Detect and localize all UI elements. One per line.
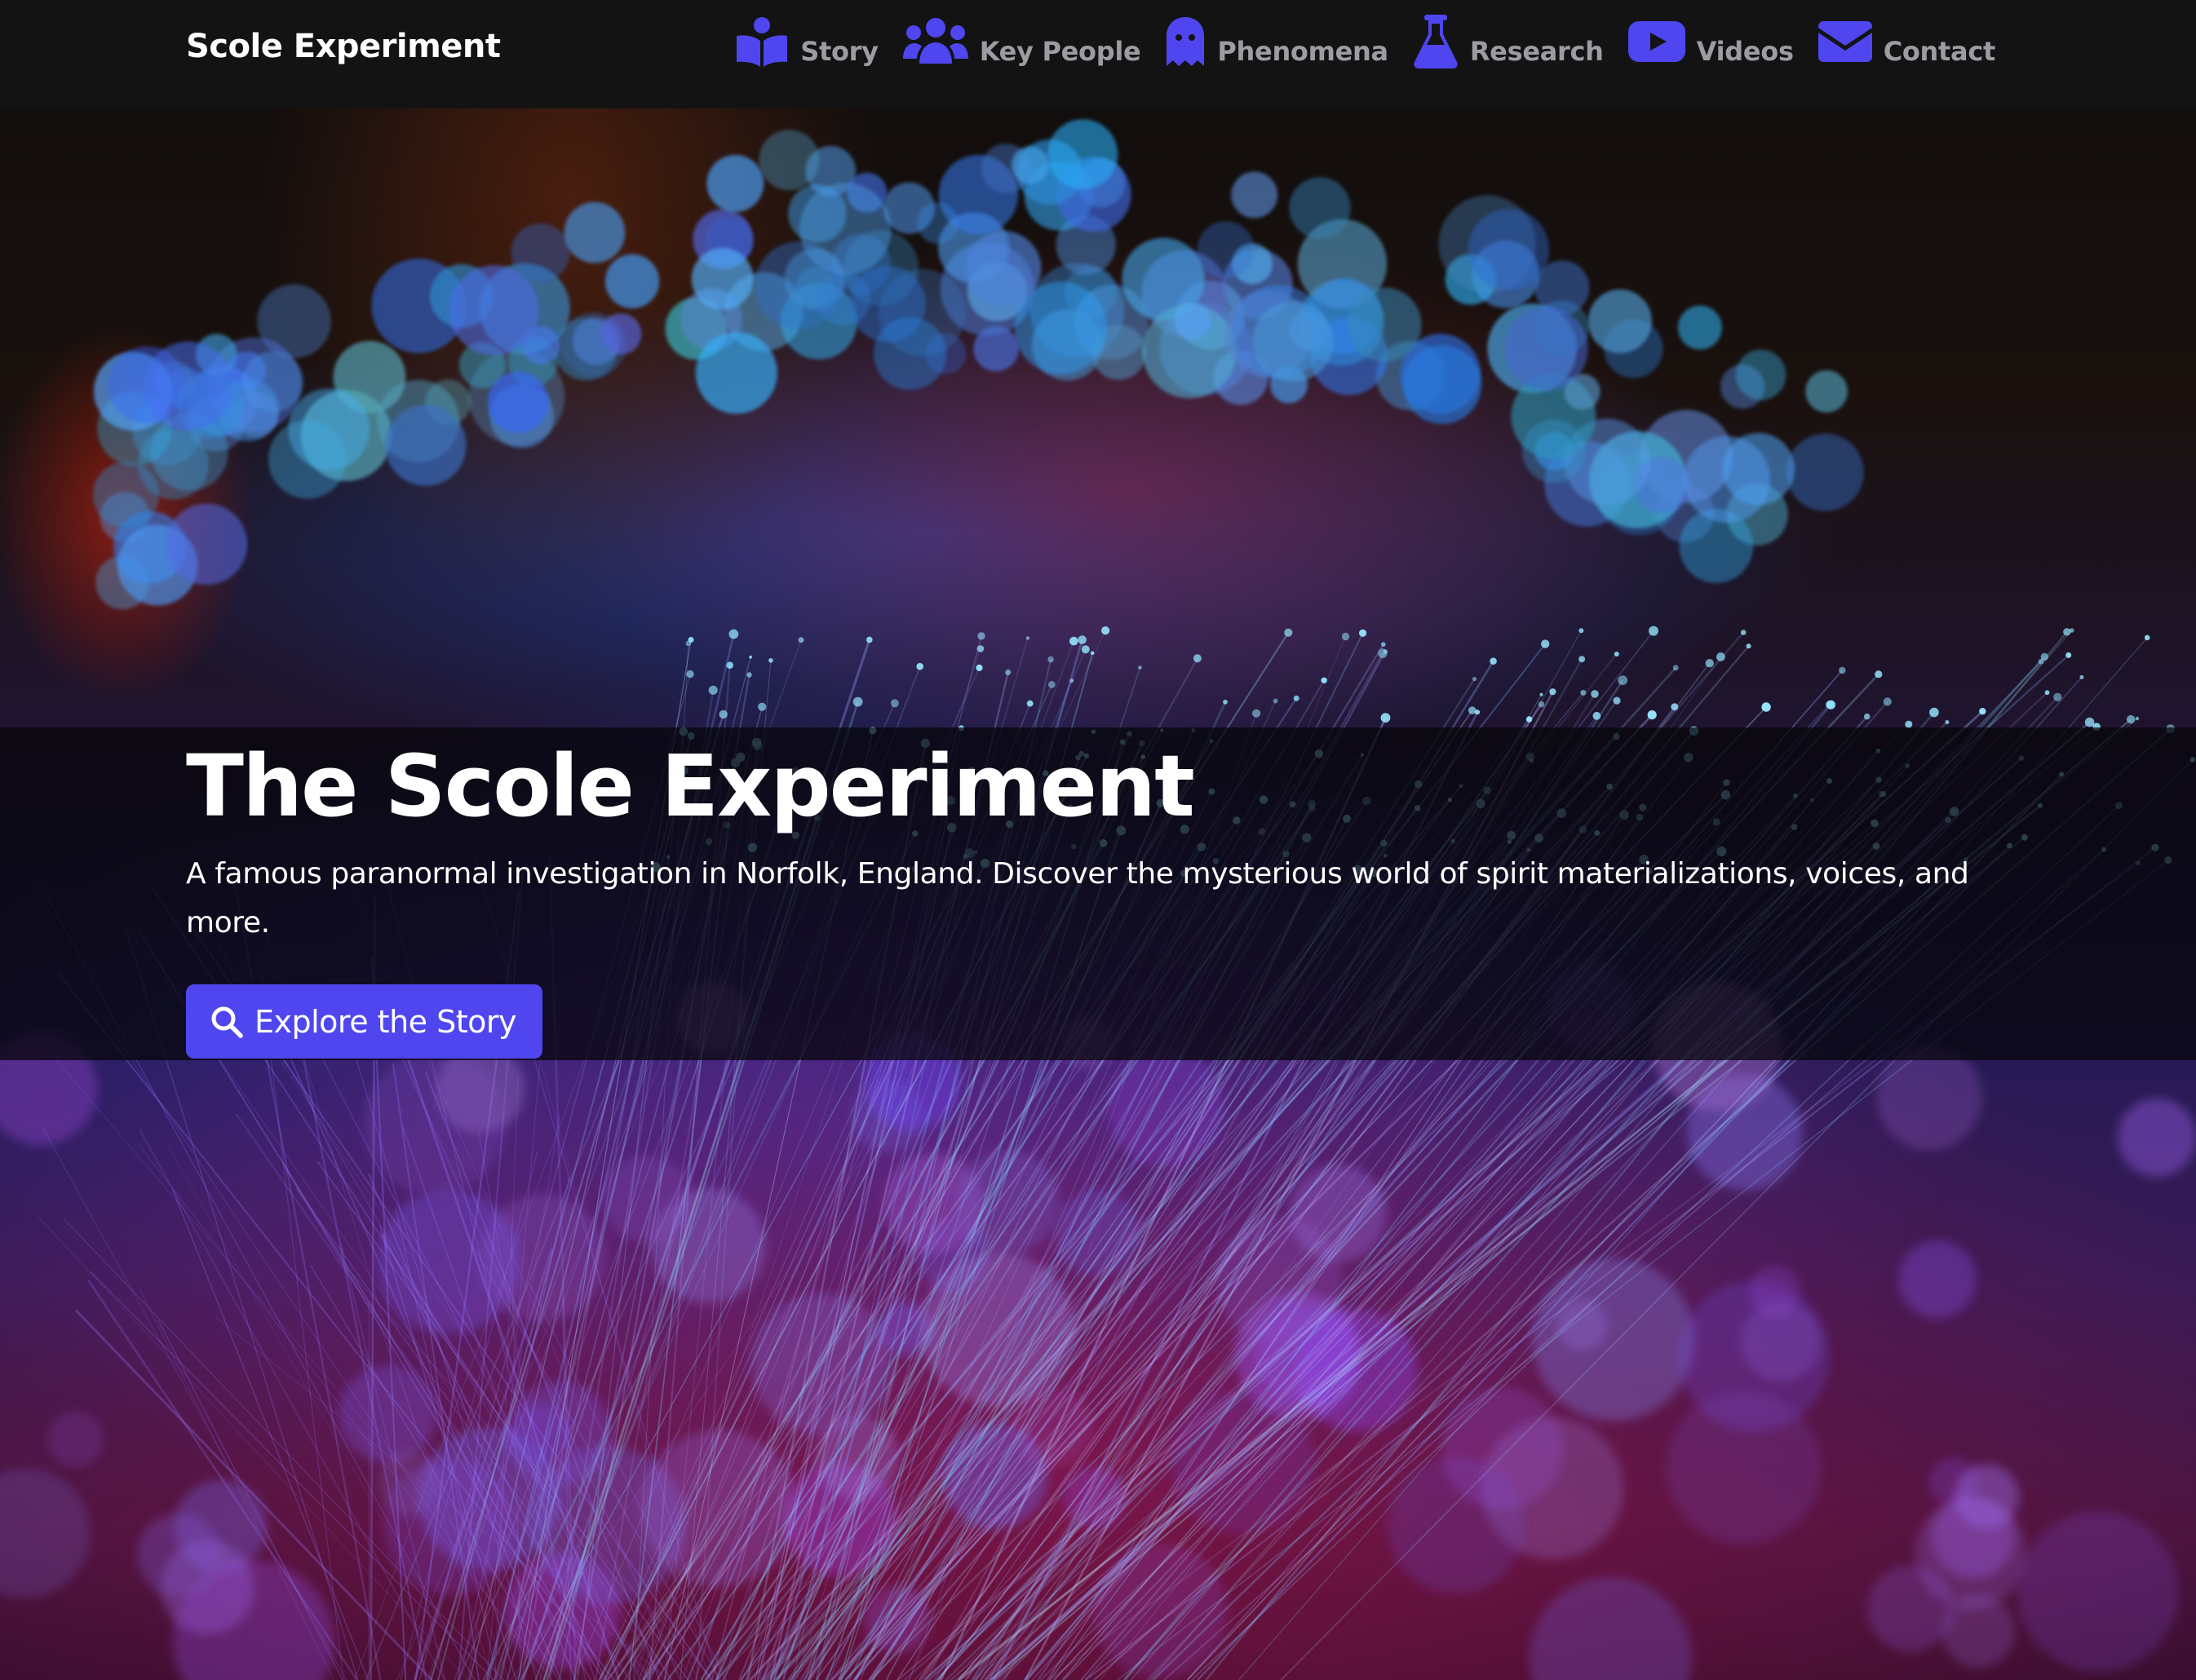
youtube-icon — [1627, 21, 1685, 62]
nav-label-videos: Videos — [1696, 36, 1794, 67]
hero-overlay: The Scole Experiment A famous paranormal… — [0, 727, 2196, 1060]
envelope-icon — [1817, 21, 1872, 62]
brand-link[interactable]: Scole Experiment — [186, 28, 501, 65]
hero-subtitle: A famous paranormal investigation in Nor… — [186, 857, 1969, 939]
explore-story-button[interactable]: Explore the Story — [186, 984, 542, 1059]
explore-story-label: Explore the Story — [255, 1003, 517, 1040]
flask-icon — [1413, 15, 1459, 69]
navbar: Scole Experiment Story Key People Phenom… — [0, 0, 2196, 108]
users-icon — [902, 16, 968, 67]
page: Scole Experiment Story Key People Phenom… — [0, 0, 2196, 1680]
hero-title: The Scole Experiment — [186, 736, 1195, 836]
nav-item-key-people[interactable]: Key People — [902, 18, 1141, 67]
nav-label-contact: Contact — [1883, 36, 1996, 67]
nav-label-phenomena: Phenomena — [1217, 36, 1388, 67]
nav-label-story: Story — [800, 36, 879, 67]
nav-label-research: Research — [1469, 36, 1604, 67]
search-icon — [210, 1006, 243, 1038]
nav-item-videos[interactable]: Videos — [1627, 21, 1794, 67]
nav-label-key-people: Key People — [979, 36, 1141, 67]
nav-item-phenomena[interactable]: Phenomena — [1165, 17, 1388, 68]
main-nav: Story Key People Phenomena Research Vide… — [735, 15, 1996, 75]
nav-item-research[interactable]: Research — [1413, 15, 1604, 69]
nav-item-contact[interactable]: Contact — [1817, 21, 1996, 67]
book-reader-icon — [735, 16, 789, 67]
hero-section: The Scole Experiment A famous paranormal… — [0, 108, 2196, 1680]
nav-item-story[interactable]: Story — [735, 17, 879, 67]
ghost-icon — [1165, 15, 1206, 68]
